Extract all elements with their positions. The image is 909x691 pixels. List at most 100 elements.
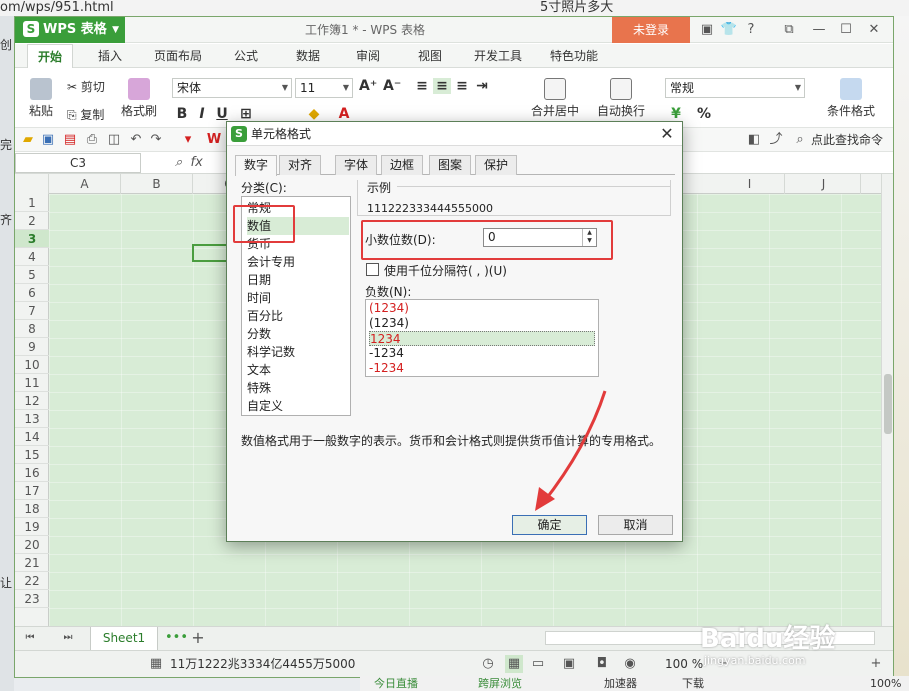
- format-icon[interactable]: ◧: [745, 131, 763, 149]
- bottom-item[interactable]: 100%: [870, 676, 901, 691]
- currency-icon[interactable]: ¥: [667, 106, 685, 122]
- browser-right-text[interactable]: 5寸照片多大: [540, 0, 613, 16]
- tab-alignment[interactable]: 对齐: [279, 155, 321, 175]
- shirt-icon[interactable]: 👕: [720, 21, 738, 39]
- cut-button[interactable]: ✂ 剪切: [67, 78, 119, 95]
- negative-option[interactable]: (1234): [369, 301, 595, 316]
- find-command[interactable]: 点此查找命令: [811, 128, 883, 152]
- reading-icon[interactable]: ◘: [593, 655, 611, 673]
- conditional-format-button[interactable]: 条件格式: [819, 78, 883, 119]
- font-color-icon[interactable]: A: [335, 106, 353, 122]
- wps-w-icon[interactable]: W: [205, 131, 223, 149]
- tab-review[interactable]: 审阅: [345, 44, 391, 68]
- tab-border[interactable]: 边框: [381, 155, 423, 175]
- negative-option[interactable]: -1234: [369, 346, 595, 361]
- number-format-select[interactable]: 常规 ▼: [665, 78, 805, 98]
- print-preview-icon[interactable]: ◫: [105, 131, 123, 149]
- undo-icon[interactable]: ↶: [127, 131, 145, 149]
- merge-center-button[interactable]: 合并居中: [527, 78, 583, 119]
- row-label[interactable]: 4: [15, 248, 49, 266]
- bottom-item[interactable]: 今日直播: [374, 676, 418, 691]
- more-sheets-icon[interactable]: •••: [165, 629, 188, 647]
- thousand-separator-checkbox[interactable]: [366, 263, 379, 276]
- layout-icon[interactable]: ▣: [560, 655, 578, 673]
- list-item[interactable]: 分数: [247, 325, 349, 343]
- close-icon[interactable]: ✕: [657, 124, 677, 144]
- row-label[interactable]: 14: [15, 428, 49, 446]
- help-icon[interactable]: ?: [742, 21, 760, 39]
- fill-color-icon[interactable]: ◆: [305, 106, 323, 122]
- page-view-icon[interactable]: ▭: [529, 655, 547, 673]
- row-label[interactable]: 11: [15, 374, 49, 392]
- tab-data[interactable]: 数据: [285, 44, 331, 68]
- bottom-item[interactable]: 下载: [682, 676, 704, 691]
- corner-cell[interactable]: [15, 174, 49, 194]
- redo-icon[interactable]: ↷: [147, 131, 165, 149]
- selected-cell[interactable]: [192, 244, 228, 262]
- app-menu-button[interactable]: S WPS 表格 ▼: [15, 17, 125, 43]
- bottom-item[interactable]: 加速器: [604, 676, 637, 691]
- indent-icon[interactable]: ⇥: [473, 78, 491, 94]
- row-label[interactable]: 3: [15, 230, 49, 248]
- ok-button[interactable]: 确定: [512, 515, 587, 535]
- tab-page-layout[interactable]: 页面布局: [143, 44, 213, 68]
- negative-option[interactable]: -1234: [369, 361, 595, 376]
- font-name-select[interactable]: 宋体 ▼: [172, 78, 292, 98]
- paste-button[interactable]: 粘贴: [23, 78, 59, 119]
- skin-icon[interactable]: ▣: [698, 21, 716, 39]
- zoom-level[interactable]: 100 %: [665, 651, 703, 677]
- bold-button[interactable]: B: [173, 106, 191, 122]
- fx-icon[interactable]: ⌕ fx: [175, 152, 203, 174]
- row-label[interactable]: 5: [15, 266, 49, 284]
- align-middle-icon[interactable]: ≡: [433, 78, 451, 94]
- open-folder-icon[interactable]: ▰: [19, 131, 37, 149]
- zoom-in-icon[interactable]: +: [867, 655, 885, 673]
- tab-pattern[interactable]: 图案: [429, 155, 471, 175]
- cancel-button[interactable]: 取消: [598, 515, 673, 535]
- customize-icon[interactable]: ▾: [179, 131, 197, 149]
- vertical-scrollbar[interactable]: [881, 174, 893, 626]
- list-item[interactable]: 百分比: [247, 307, 349, 325]
- row-label[interactable]: 10: [15, 356, 49, 374]
- list-item[interactable]: 文本: [247, 361, 349, 379]
- login-button[interactable]: 未登录: [612, 17, 690, 43]
- restore-window-icon[interactable]: ⧉: [780, 21, 798, 39]
- last-sheet-icon[interactable]: ⏭: [59, 629, 77, 647]
- history-icon[interactable]: ◷: [479, 655, 497, 673]
- tab-view[interactable]: 视图: [407, 44, 453, 68]
- tab-home[interactable]: 开始: [27, 44, 73, 68]
- list-item[interactable]: 科学记数: [247, 343, 349, 361]
- decrease-font-icon[interactable]: A⁻: [383, 78, 401, 94]
- align-top-icon[interactable]: ≡: [413, 78, 431, 94]
- increase-font-icon[interactable]: A⁺: [359, 78, 377, 94]
- name-box[interactable]: C3: [15, 153, 141, 173]
- negative-option[interactable]: 1234: [369, 331, 595, 346]
- row-label[interactable]: 8: [15, 320, 49, 338]
- column-label[interactable]: J: [787, 174, 861, 194]
- scroll-thumb[interactable]: [884, 374, 892, 434]
- negative-numbers-list[interactable]: (1234) (1234) 1234 -1234 -1234: [365, 299, 599, 377]
- url-text[interactable]: om/wps/951.html: [0, 0, 114, 16]
- row-label[interactable]: 1: [15, 194, 49, 212]
- tab-font[interactable]: 字体: [335, 155, 377, 175]
- format-painter-button[interactable]: 格式刷: [119, 78, 159, 119]
- bottom-item[interactable]: 跨屏浏览: [478, 676, 522, 691]
- row-label[interactable]: 18: [15, 500, 49, 518]
- row-label[interactable]: 23: [15, 590, 49, 608]
- tab-protection[interactable]: 保护: [475, 155, 517, 175]
- list-item[interactable]: 日期: [247, 271, 349, 289]
- italic-button[interactable]: I: [193, 106, 211, 122]
- row-label[interactable]: 17: [15, 482, 49, 500]
- border-icon[interactable]: ⊞: [237, 106, 255, 122]
- eye-icon[interactable]: ◉: [621, 655, 639, 673]
- underline-button[interactable]: U: [213, 106, 231, 122]
- normal-view-icon[interactable]: ▦: [505, 655, 523, 673]
- tab-special[interactable]: 特色功能: [539, 44, 609, 68]
- column-label[interactable]: I: [715, 174, 785, 194]
- save-icon[interactable]: ▣: [39, 131, 57, 149]
- row-label[interactable]: 13: [15, 410, 49, 428]
- column-label[interactable]: B: [121, 174, 193, 194]
- row-label[interactable]: 22: [15, 572, 49, 590]
- row-label[interactable]: 15: [15, 446, 49, 464]
- share-icon[interactable]: ⤴: [767, 131, 785, 149]
